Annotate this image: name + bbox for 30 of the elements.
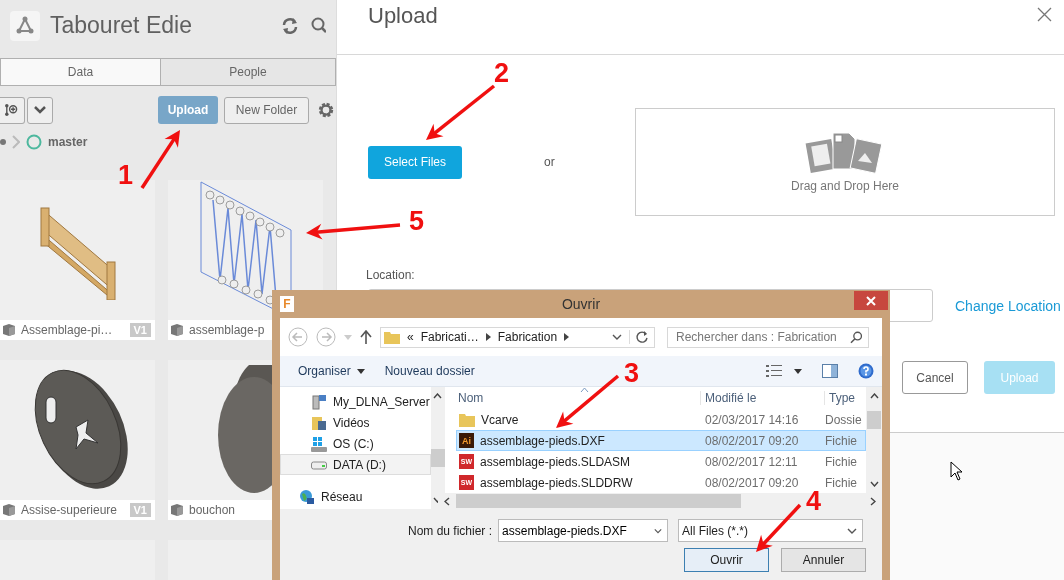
- modified-date: 08/02/2017 09:20: [704, 475, 800, 490]
- app-icon: F: [280, 296, 294, 312]
- file-type: Fichie: [825, 475, 858, 490]
- file-name: assemblage-pieds.SLDASM: [480, 454, 631, 469]
- step-number: 2: [494, 58, 510, 88]
- step-number: 3: [624, 358, 640, 388]
- file-name: Vcarve: [481, 412, 519, 427]
- file-type: Fichie: [825, 433, 858, 448]
- project-title: Tabouret Edie: [50, 12, 193, 40]
- file-type-icon: Ai: [459, 433, 474, 448]
- modified-date: 08/02/2017 12:11: [704, 454, 799, 469]
- file-name: assemblage-p: [189, 323, 265, 337]
- or-text: or: [544, 155, 555, 169]
- modified-date: 08/02/2017 09:20: [704, 433, 800, 448]
- file-name: assemblage-pieds.DXF: [480, 433, 605, 448]
- file-name-label: Nom du fichier :: [408, 523, 493, 538]
- branch-name: master: [48, 135, 88, 150]
- file-name: bouchon: [189, 503, 236, 517]
- file-type: Fichie: [825, 454, 858, 469]
- location-label: Location:: [366, 268, 416, 282]
- file-name: assemblage-pieds.SLDDRW: [480, 475, 633, 490]
- file-name: Assemblage-pi…: [21, 323, 113, 337]
- step-number: 4: [806, 486, 822, 516]
- step-number: 5: [409, 206, 425, 236]
- upload-title: Upload: [368, 3, 438, 30]
- modified-date: 02/03/2017 14:16: [704, 412, 800, 427]
- file-type: Dossie: [825, 412, 863, 427]
- drop-zone-text: Drag and Drop Here: [790, 179, 900, 193]
- file-name: Assise-superieure: [21, 503, 118, 517]
- dialog-title: Ouvrir: [561, 296, 601, 312]
